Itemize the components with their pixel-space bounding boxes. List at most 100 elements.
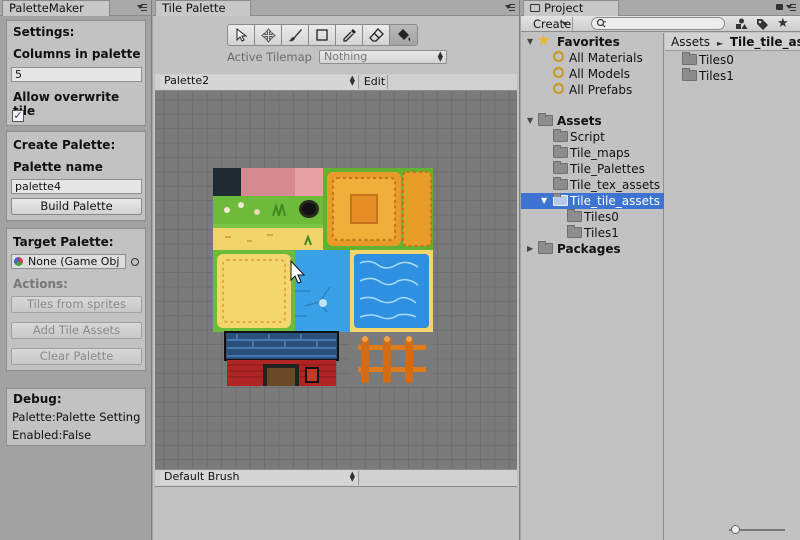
edit-palette-button[interactable]: Edit (362, 75, 388, 89)
box-fill-icon[interactable] (309, 25, 336, 45)
project-tabbar: Project (521, 0, 800, 16)
dropdown-arrow-icon: ▲ ▼ (349, 74, 355, 87)
object-picker-icon[interactable] (131, 258, 139, 266)
filter-by-type-icon[interactable] (735, 18, 748, 30)
overwrite-label: Allow overwrite tile (13, 90, 120, 118)
dropdown-arrow-icon (562, 22, 568, 26)
tile-pink-light[interactable] (295, 168, 323, 196)
tile-water-stones[interactable] (350, 250, 433, 332)
tile-sand-square[interactable] (213, 250, 295, 332)
build-palette-button[interactable]: Build Palette (11, 198, 142, 215)
select-arrow-icon[interactable] (228, 25, 255, 45)
brush-dropdown[interactable]: Default Brush ▲ ▼ (160, 471, 359, 485)
tree-folder-label: Tile_tex_assets (570, 178, 661, 192)
tree-folder-tile-tex-assets[interactable]: Tile_tex_assets (521, 177, 664, 193)
debug-title: Debug: (13, 392, 62, 406)
search-input[interactable] (591, 17, 725, 30)
overwrite-checkbox[interactable]: ✓ (12, 110, 24, 122)
palette-maker-panel: PaletteMaker Settings: Columns in palett… (0, 0, 152, 540)
tree-subfolder-tiles1[interactable]: Tiles1 (521, 225, 664, 241)
tree-packages[interactable]: ▶ Packages (521, 241, 664, 257)
tile-fence[interactable] (350, 332, 433, 386)
tree-fav-item[interactable]: All Materials (521, 50, 664, 66)
move-icon[interactable] (255, 25, 282, 45)
tile-house[interactable] (224, 331, 339, 386)
folder-icon (530, 4, 540, 12)
tree-folder-tile-maps[interactable]: Tile_maps (521, 145, 664, 161)
folder-icon (553, 129, 568, 142)
gameobject-icon (14, 257, 23, 266)
asset-item[interactable]: Tiles0 (665, 52, 800, 68)
folder-icon (553, 145, 568, 158)
tree-folder-label: Tile_tile_assets (570, 194, 660, 208)
folder-icon (682, 52, 697, 65)
expand-arrow-icon[interactable]: ▼ (527, 34, 535, 50)
breadcrumb-separator-icon: ► (716, 39, 724, 48)
assets-view: Assets ► Tile_tile_assets Tiles0 Tiles1 (665, 33, 800, 540)
paint-brush-icon[interactable] (282, 25, 309, 45)
clear-palette-button[interactable]: Clear Palette (11, 348, 142, 365)
brush-toolbar: Default Brush ▲ ▼ (155, 469, 517, 487)
folder-icon (553, 193, 568, 206)
asset-item-label: Tiles1 (699, 69, 734, 83)
add-tile-assets-button[interactable]: Add Tile Assets (11, 322, 142, 339)
panel-menu-icon[interactable] (137, 3, 147, 12)
eraser-icon[interactable] (363, 25, 390, 45)
tab-palette-maker[interactable]: PaletteMaker (2, 0, 110, 16)
tree-folder-label: Script (570, 130, 605, 144)
tree-folder-script[interactable]: Script (521, 129, 664, 145)
create-palette-section: Create Palette: Palette name palette4 Bu… (6, 131, 146, 221)
palette-tiles (213, 168, 433, 386)
active-tilemap-dropdown[interactable]: Nothing ▲ ▼ (319, 50, 447, 64)
tree-packages-label: Packages (557, 242, 621, 256)
tiles-from-sprites-button[interactable]: Tiles from sprites (11, 296, 142, 313)
project-tab-label: Project (544, 1, 584, 15)
tree-fav-item[interactable]: All Models (521, 66, 664, 82)
create-button[interactable]: Create (527, 17, 573, 31)
tile-orange-island[interactable] (323, 168, 433, 250)
breadcrumb-current[interactable]: Tile_tile_assets (730, 35, 800, 49)
panel-menu-icon[interactable] (505, 3, 515, 12)
folder-icon (553, 161, 568, 174)
tile-water[interactable] (295, 250, 350, 332)
tree-folder-tile-palettes[interactable]: Tile_Palettes (521, 161, 664, 177)
actions-label: Actions: (13, 277, 68, 291)
asset-item[interactable]: Tiles1 (665, 68, 800, 84)
icon-size-slider[interactable] (729, 525, 785, 535)
tree-folder-tile-tile-assets[interactable]: ▼ Tile_tile_assets (521, 193, 664, 209)
favorite-star-icon[interactable]: ★ (777, 16, 789, 31)
filter-by-label-icon[interactable] (756, 18, 769, 30)
star-icon: ★ (537, 31, 551, 49)
palette-dropdown-value: Palette2 (164, 74, 210, 87)
fill-bucket-icon[interactable] (390, 25, 417, 45)
panel-menu-icon[interactable] (786, 3, 796, 12)
collapse-arrow-icon[interactable]: ▶ (527, 241, 535, 257)
expand-arrow-icon[interactable]: ▼ (541, 193, 549, 209)
tree-assets[interactable]: ▼ Assets (521, 113, 664, 129)
lock-icon[interactable] (776, 4, 783, 10)
tree-subfolder-tiles0[interactable]: Tiles0 (521, 209, 664, 225)
slider-handle[interactable] (731, 525, 740, 534)
tile-dark[interactable] (213, 168, 241, 196)
settings-title: Settings: (13, 25, 75, 39)
palette-dropdown[interactable]: Palette2 ▲ ▼ (160, 75, 359, 89)
breadcrumb-assets[interactable]: Assets (671, 35, 710, 49)
tab-project[interactable]: Project (523, 0, 619, 16)
picker-icon[interactable] (336, 25, 363, 45)
expand-arrow-icon[interactable]: ▼ (527, 113, 535, 129)
tile-sand-row[interactable] (213, 224, 323, 250)
active-tilemap-label: Active Tilemap (227, 50, 312, 64)
folder-icon (567, 209, 582, 222)
tile-palette-tabbar: Tile Palette (153, 0, 519, 16)
tree-fav-item[interactable]: All Prefabs (521, 82, 664, 98)
palette-name-input[interactable]: palette4 (11, 179, 142, 194)
tree-favorites[interactable]: ▼ ★ Favorites (521, 31, 664, 50)
tile-grass-row[interactable] (213, 196, 323, 224)
active-tilemap-value: Nothing (324, 50, 368, 63)
target-palette-field[interactable]: None (Game Obj (11, 254, 126, 269)
columns-input[interactable]: 5 (11, 67, 142, 82)
asset-item-label: Tiles0 (699, 53, 734, 67)
palette-grid[interactable] (155, 91, 517, 469)
tab-tile-palette[interactable]: Tile Palette (155, 0, 251, 16)
folder-icon (682, 68, 697, 81)
